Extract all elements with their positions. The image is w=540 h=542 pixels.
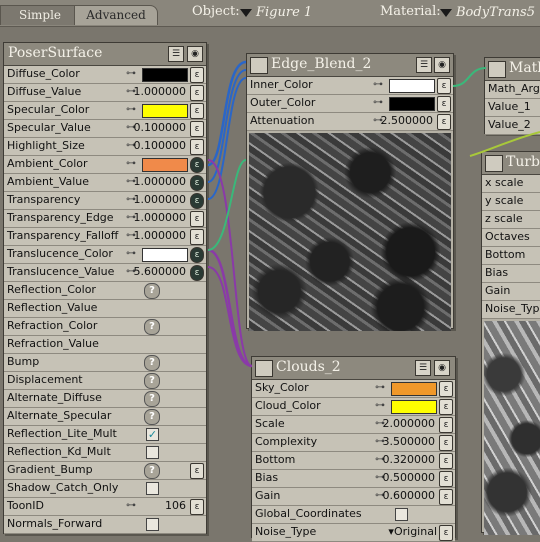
- select-value: Original: [393, 525, 437, 538]
- wire: [207, 159, 253, 367]
- noise-type-select[interactable]: ▾Original: [388, 525, 437, 538]
- input-plug-icon[interactable]: ε: [439, 525, 453, 541]
- wire: [469, 131, 540, 157]
- connection-wires: [207, 60, 540, 368]
- wire: [207, 266, 253, 367]
- wire: [207, 248, 253, 368]
- wire: [452, 67, 487, 87]
- param-row[interactable]: Noise_Type ▾Original ε: [252, 524, 455, 542]
- param-label: Noise_Type: [255, 525, 317, 538]
